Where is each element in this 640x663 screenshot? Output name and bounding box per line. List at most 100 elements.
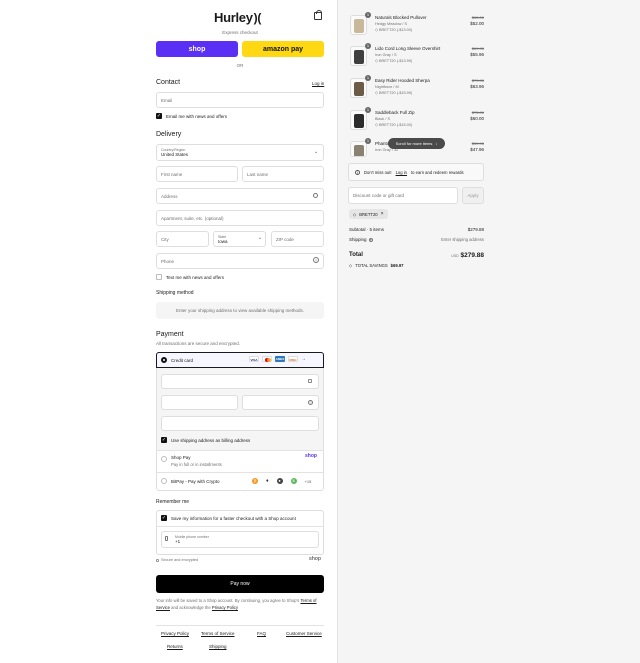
credit-card-label: Credit card [171,357,194,363]
last-name-field[interactable]: Last name [242,166,324,182]
delivery-heading: Delivery [156,131,182,138]
expiration-field[interactable] [161,395,238,410]
email-field[interactable]: Email [156,92,324,108]
zip-field[interactable]: ZIP code [271,231,324,247]
original-price: $75.00 [471,110,484,115]
terms-of-service-link[interactable]: Terms of Service [201,631,235,636]
original-price: $65.00 [471,15,484,20]
phone-icon [165,536,168,541]
privacy-policy-link[interactable]: Privacy Policy [161,631,189,636]
returns-link[interactable]: Returns [167,644,183,649]
product-thumbnail [350,15,367,35]
item-price: $55.96 [470,52,484,57]
sms-optin[interactable]: Text me with news and offers [156,274,224,280]
quantity-badge: 1 [365,107,371,113]
mastercard-icon [262,356,272,362]
discount-text: BRETT20 (-$15.00) [378,123,413,127]
savings-value: $69.97 [390,263,404,268]
state-value: Iowa [218,238,228,244]
email-optin-checkbox[interactable]: ✓ [156,113,162,119]
visa-icon: VISA [249,356,259,362]
shop-pay-brand: shop [305,453,317,459]
shipping-value: Enter shipping address [441,237,484,242]
privacy-link[interactable]: Privacy Policy [212,605,238,610]
checkout-main: Hurley)( Express checkout shop amazon pa… [0,0,337,663]
search-icon [313,193,318,198]
name-on-card-field[interactable] [161,416,319,431]
credit-card-row[interactable]: Credit card [161,357,193,363]
discover-icon: DISC [288,356,298,362]
shop-pay-radio[interactable] [161,456,167,462]
footer-link-terms[interactable]: Terms of Service [201,631,235,637]
tag-icon: ◇ [349,263,353,268]
discount-code-field[interactable]: Discount code or gift card [348,187,458,204]
shop-pay-button[interactable]: shop [156,41,238,57]
brand-logo[interactable]: Hurley)( [214,10,261,25]
card-number-field[interactable] [161,374,319,389]
subtotal-value: $279.88 [467,227,484,232]
city-field[interactable]: City [156,231,209,247]
login-link[interactable]: Log in [312,81,324,86]
footer-link-returns[interactable]: Returns [167,644,183,650]
shipping-link[interactable]: Shipping [209,644,227,649]
help-icon[interactable]: ? [368,237,373,242]
tag-icon: ◇ [353,211,357,217]
address-field[interactable]: Address [156,188,324,204]
save-info-checkbox[interactable]: ✓ [161,515,167,521]
discount-text: BRETT20 (-$15.99) [378,91,413,95]
bitpay-radio[interactable] [161,478,167,484]
shop-pay-subtitle: Pay in full or in installments [171,462,222,467]
scroll-hint-text: Scroll for more items [395,141,433,146]
rewards-login-link[interactable]: Log in [396,170,407,175]
item-price: $52.00 [470,21,484,26]
phone-field[interactable]: Phone [156,253,324,269]
customer-service-link[interactable]: Customer Service [286,631,322,636]
product-thumbnail [350,46,367,66]
legal-text: Your info will be saved to a Shop accoun… [156,598,324,611]
billing-same-checkbox[interactable]: ✓ [161,437,167,443]
discount-tag: ◇ BRETT20 (-$13.99) [375,59,413,63]
credit-card-radio[interactable] [161,357,167,363]
bitpay-option[interactable]: BitPay - Pay with Crypto [161,478,220,484]
original-price: $79.95 [471,78,484,83]
save-info-row[interactable]: ✓ Save my information for a faster check… [161,515,296,521]
help-icon[interactable]: ? [313,257,319,263]
faq-link[interactable]: FAQ [257,631,266,636]
pay-now-button[interactable]: Pay now [156,575,324,593]
scroll-more-button[interactable]: Scroll for more items ↓ [388,138,445,149]
total-savings: ◇ TOTAL SAVINGS $69.97 [349,263,403,268]
chevron-down-icon: ⌄ [314,149,319,155]
sms-optin-checkbox[interactable] [156,274,162,280]
cvv-help-icon[interactable]: ? [308,400,313,405]
sms-optin-label: Text me with news and offers [166,274,224,280]
footer-link-privacy[interactable]: Privacy Policy [161,631,189,637]
legal-line: Your info will be saved to a Shop accoun… [156,598,300,603]
apartment-field[interactable]: Apartment, suite, etc. (optional) [156,210,324,226]
footer-link-shipping[interactable]: Shipping [209,644,227,650]
apply-button[interactable]: Apply [462,187,484,204]
cart-bag-icon[interactable] [314,10,322,20]
footer-link-customer-service[interactable]: Customer Service [286,631,322,637]
ethereum-icon: ♦ [266,478,269,484]
secure-text: Secure and encrypted [161,558,199,562]
email-optin-label: Email me with news and offers [166,113,227,119]
shipping-label: Shipping [349,237,367,242]
shipping-method-placeholder: Enter your shipping address to view avai… [156,302,324,319]
secure-note: Secure and encrypted [156,558,198,562]
country-value: United States [161,152,189,157]
email-optin[interactable]: ✓ Email me with news and offers [156,113,227,119]
billing-same-row[interactable]: ✓ Use shipping address as billing addres… [161,437,250,443]
subtotal-label: Subtotal · 5 items [349,227,385,232]
state-chevron-down-icon: ⌄ [258,235,263,241]
savings-label: TOTAL SAVINGS [355,263,388,268]
country-select[interactable]: Country/Region United States [156,144,324,161]
mobile-phone-field[interactable]: Mobile phone number +1 [161,531,319,548]
first-name-field[interactable]: First name [156,166,238,182]
amex-icon: AMEX [275,356,285,362]
close-icon[interactable]: × [381,211,384,217]
amazon-pay-button[interactable]: amazon pay [242,41,324,57]
mobile-value: +1 [175,539,181,544]
total-value: $279.88 [460,252,485,259]
quantity-badge: 1 [365,138,371,144]
footer-link-faq[interactable]: FAQ [257,631,266,637]
